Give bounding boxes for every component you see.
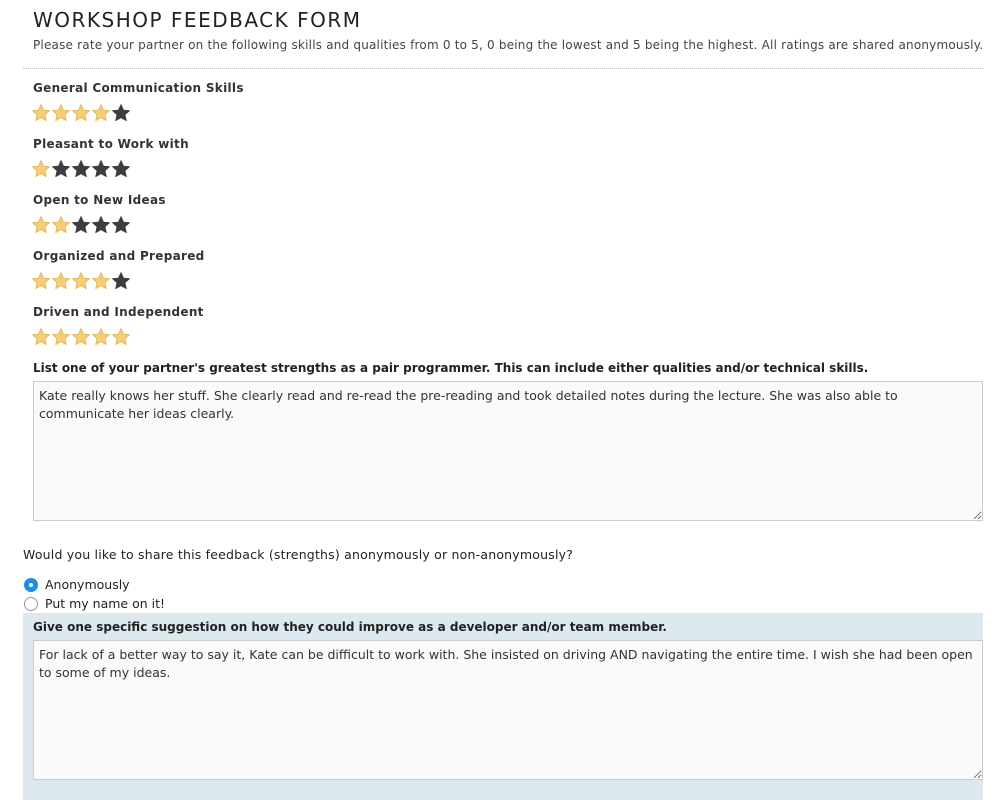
star-empty-icon[interactable] [91,215,111,235]
star-empty-icon[interactable] [71,159,91,179]
rating-label-driven: Driven and Independent [33,305,204,319]
form-title: WORKSHOP FEEDBACK FORM [33,8,362,32]
rating-label-pleasant: Pleasant to Work with [33,137,189,151]
star-empty-icon[interactable] [91,159,111,179]
star-filled-icon[interactable] [111,327,131,347]
star-empty-icon[interactable] [51,159,71,179]
divider [23,68,983,69]
share-question: Would you like to share this feedback (s… [23,547,574,562]
strengths-label: List one of your partner's greatest stre… [33,361,869,375]
star-rating-open-ideas[interactable] [31,215,131,235]
star-empty-icon[interactable] [111,215,131,235]
star-filled-icon[interactable] [71,327,91,347]
star-rating-organized[interactable] [31,271,131,291]
strengths-textarea[interactable]: Kate really knows her stuff. She clearly… [33,381,983,521]
star-filled-icon[interactable] [91,327,111,347]
star-filled-icon[interactable] [31,215,51,235]
star-filled-icon[interactable] [71,103,91,123]
star-rating-driven[interactable] [31,327,131,347]
suggestion-label: Give one specific suggestion on how they… [33,620,667,634]
star-rating-communication[interactable] [31,103,131,123]
suggestion-textarea[interactable]: For lack of a better way to say it, Kate… [33,640,983,780]
radio-label-anonymously: Anonymously [45,577,130,592]
rating-label-communication: General Communication Skills [33,81,244,95]
star-filled-icon[interactable] [31,103,51,123]
star-filled-icon[interactable] [51,215,71,235]
star-filled-icon[interactable] [31,271,51,291]
radio-option-anonymously[interactable]: Anonymously [24,577,130,592]
form-subtitle: Please rate your partner on the followin… [33,38,984,52]
star-filled-icon[interactable] [91,271,111,291]
star-empty-icon[interactable] [111,159,131,179]
star-filled-icon[interactable] [31,327,51,347]
radio-option-named[interactable]: Put my name on it! [24,596,165,611]
rating-label-open-ideas: Open to New Ideas [33,193,166,207]
star-filled-icon[interactable] [51,103,71,123]
star-rating-pleasant[interactable] [31,159,131,179]
star-empty-icon[interactable] [71,215,91,235]
star-filled-icon[interactable] [31,159,51,179]
radio-label-named: Put my name on it! [45,596,166,611]
radio-button-anonymously[interactable] [24,577,38,592]
star-filled-icon[interactable] [71,271,91,291]
star-empty-icon[interactable] [111,271,131,291]
rating-label-organized: Organized and Prepared [33,249,205,263]
star-filled-icon[interactable] [51,271,71,291]
radio-button-named[interactable] [24,596,38,611]
star-filled-icon[interactable] [51,327,71,347]
star-empty-icon[interactable] [111,103,131,123]
star-filled-icon[interactable] [91,103,111,123]
